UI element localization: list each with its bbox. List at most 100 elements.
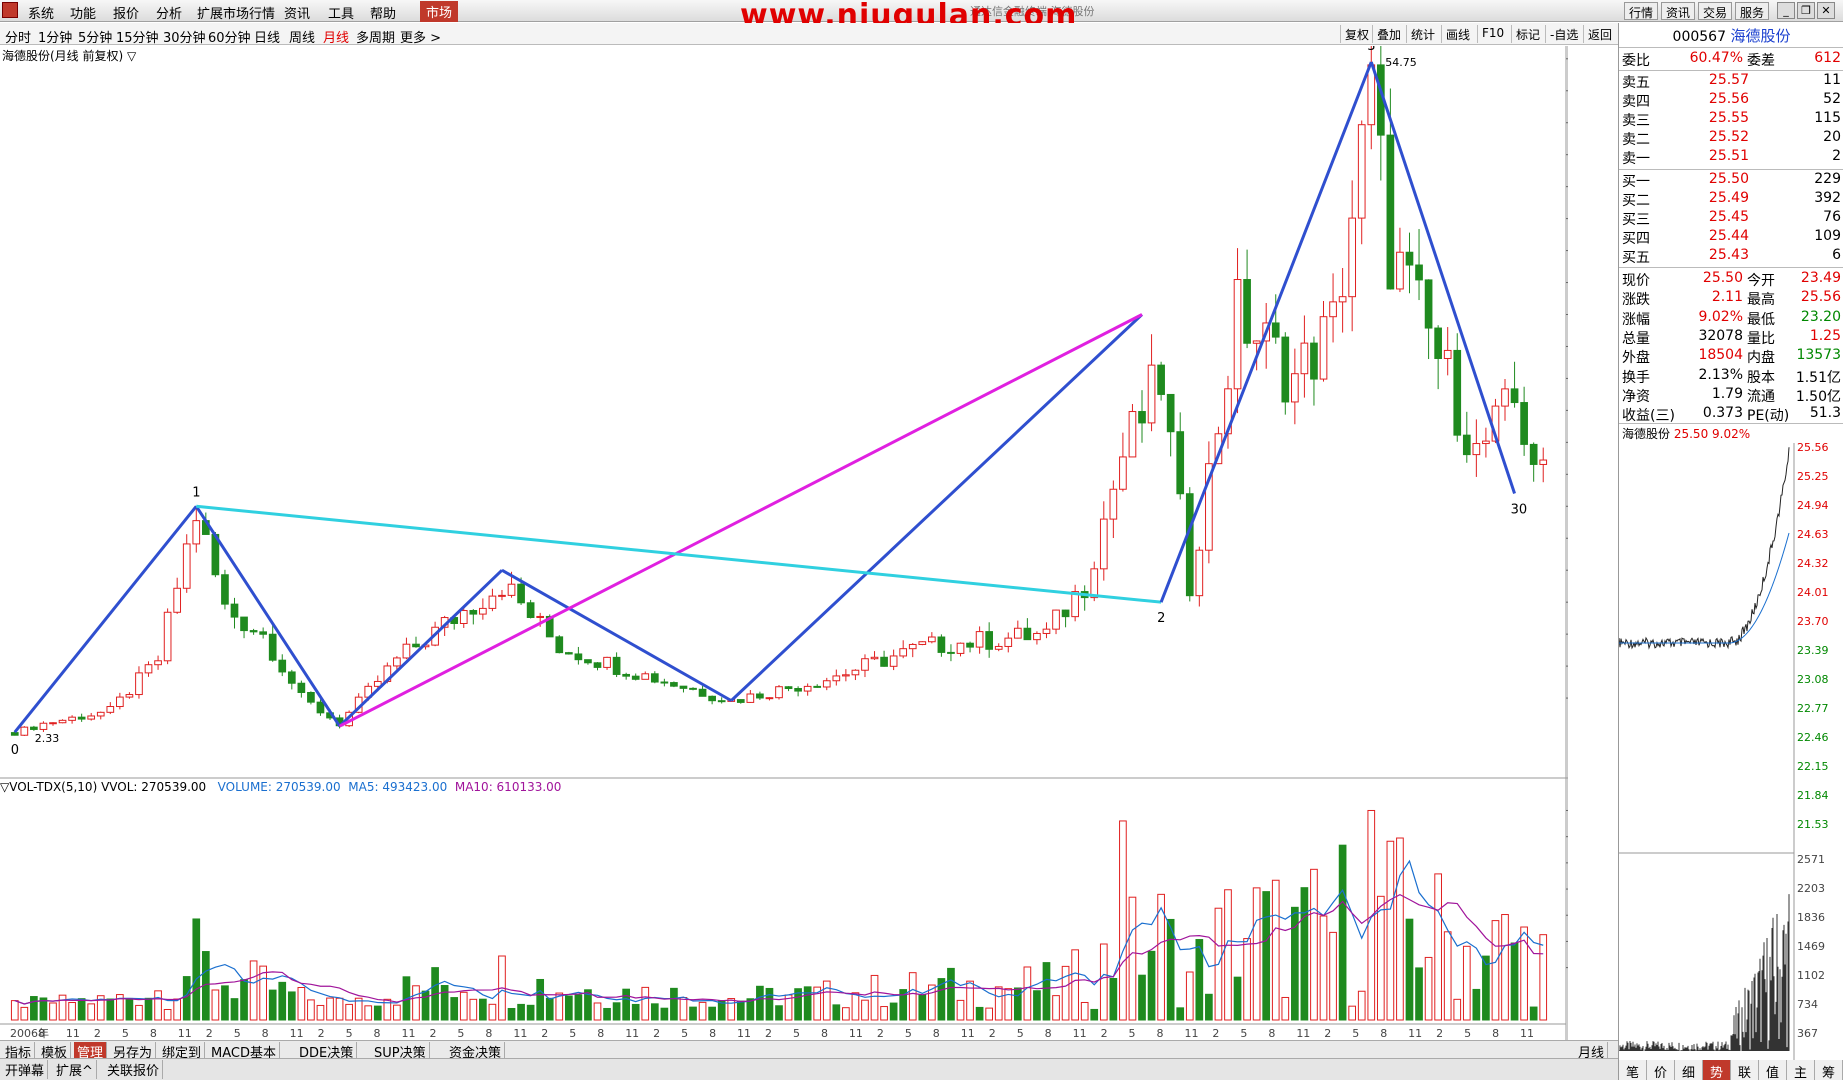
period-1min[interactable]: 1分钟 [38, 27, 72, 46]
menu-tools[interactable]: 工具 [328, 3, 354, 22]
volume-bar [1462, 945, 1471, 1021]
bottom-button[interactable]: 扩展^ [53, 1060, 97, 1079]
stat-value: 1.79 [1711, 385, 1743, 402]
bottom-button[interactable]: 开弹幕 [2, 1060, 49, 1079]
tool-mark[interactable]: 标记 [1511, 25, 1544, 43]
vol-indicator-name[interactable]: ▽VOL-TDX(5,10) [0, 780, 97, 794]
period-weekly[interactable]: 周线 [289, 27, 315, 46]
restore-icon[interactable]: ❐ [1797, 2, 1815, 19]
period-60min[interactable]: 60分钟 [208, 27, 251, 46]
candle-body [1147, 364, 1156, 424]
candle-body [794, 688, 802, 692]
right-tab[interactable]: 价 [1647, 1060, 1675, 1081]
menu-system[interactable]: 系统 [28, 3, 54, 22]
tool-back[interactable]: 返回 [1583, 25, 1616, 43]
candle-body [77, 716, 86, 720]
volume-bar [679, 997, 688, 1021]
tool-draw[interactable]: 画线 [1441, 25, 1474, 43]
bottom-button[interactable]: 关联报价 [104, 1060, 164, 1079]
volume-bar [144, 997, 153, 1021]
stat-value: 1.25 [1809, 327, 1841, 344]
volume-bar [163, 1009, 172, 1021]
bid-row[interactable]: 买二 25.49 392 [1619, 190, 1843, 209]
period-multi[interactable]: 多周期 [356, 27, 395, 46]
right-tab[interactable]: 值 [1759, 1060, 1787, 1081]
stat-label: 涨幅 [1622, 311, 1650, 328]
tool-stats[interactable]: 统计 [1406, 25, 1439, 43]
volume-bar [30, 996, 38, 1021]
ask-row[interactable]: 卖五 25.57 11 [1619, 72, 1843, 91]
candle-body [1052, 609, 1060, 630]
kline-chart[interactable]: 55.0052.5050.0047.5045.0042.5040.0037.50… [0, 46, 1568, 1080]
stat-value: 2.13% [1698, 366, 1743, 383]
tool-f10[interactable]: F10 [1477, 25, 1508, 43]
volume-bar [230, 998, 239, 1021]
bid-row[interactable]: 买五 25.43 6 [1619, 247, 1843, 266]
menu-market[interactable]: 市场 [420, 1, 459, 22]
right-tab[interactable]: 联 [1731, 1060, 1759, 1081]
period-more[interactable]: 更多 > [400, 27, 441, 46]
stat-label: 最低 [1747, 311, 1775, 328]
menu-function[interactable]: 功能 [70, 3, 96, 22]
ask-row[interactable]: 卖一 25.51 2 [1619, 148, 1843, 167]
top-quote-button[interactable]: 行情 [1624, 2, 1659, 20]
intraday-mini-chart[interactable]: 25.56 25.25 24.94 24.63 24.32 24.01 23.70 23.39… [1619, 443, 1843, 1060]
chart-title: 海德股份(月线 前复权) ▽ [2, 49, 137, 63]
bid-row[interactable]: 买一 25.50 229 [1619, 171, 1843, 190]
candle-body [488, 595, 497, 609]
mini-price-label: 22.46 [1797, 731, 1829, 744]
menu-analysis[interactable]: 分析 [156, 3, 182, 22]
menu-news[interactable]: 资讯 [284, 3, 310, 22]
right-tab[interactable]: 筹 [1815, 1060, 1843, 1081]
stat-label: 股本 [1747, 369, 1775, 386]
time-tick-label: 2 [1212, 1027, 1219, 1040]
menu-help[interactable]: 帮助 [370, 3, 396, 22]
period-15min[interactable]: 15分钟 [116, 27, 159, 46]
ask-label: 卖四 [1622, 94, 1650, 110]
top-news-button[interactable]: 资讯 [1661, 2, 1696, 20]
volume-bar [1128, 896, 1137, 1021]
candle-body [880, 656, 888, 667]
candle-body [249, 630, 258, 633]
mini-chart-header: 海德股份 25.50 9.02% [1622, 425, 1750, 442]
tool-watchlist[interactable]: -自选 [1545, 25, 1582, 43]
right-tab[interactable]: 势 [1703, 1060, 1731, 1081]
wave-label: 2 [1157, 611, 1165, 626]
time-tick-label: 8 [709, 1027, 716, 1040]
right-tab[interactable]: 主 [1787, 1060, 1815, 1081]
top-trade-button[interactable]: 交易 [1698, 2, 1733, 20]
bid-row[interactable]: 买四 25.44 109 [1619, 228, 1843, 247]
candle-body [221, 574, 229, 605]
right-tab[interactable]: 细 [1675, 1060, 1703, 1081]
volume-bar [1501, 914, 1509, 1021]
right-tab[interactable]: 笔 [1619, 1060, 1647, 1081]
period-tick[interactable]: 分时 [5, 27, 31, 46]
top-service-button[interactable]: 服务 [1735, 2, 1770, 20]
close-icon[interactable]: ✕ [1817, 2, 1835, 19]
period-30min[interactable]: 30分钟 [163, 27, 206, 46]
menu-extended-market[interactable]: 扩展市场行情 [197, 3, 275, 22]
volume-bar [77, 998, 86, 1021]
volume-bar [1147, 950, 1156, 1021]
period-monthly[interactable]: 月线 [323, 27, 349, 46]
stat-label: 流通 [1747, 388, 1775, 405]
menu-quote[interactable]: 报价 [113, 3, 139, 22]
ask-price: 25.55 [1708, 110, 1749, 126]
period-5min[interactable]: 5分钟 [78, 27, 112, 46]
ask-row[interactable]: 卖四 25.56 52 [1619, 91, 1843, 110]
tool-overlay[interactable]: 叠加 [1372, 25, 1405, 43]
ask-row[interactable]: 卖三 25.55 115 [1619, 110, 1843, 129]
volume-bar [297, 987, 306, 1021]
ask-row[interactable]: 卖二 25.52 20 [1619, 129, 1843, 148]
bid-row[interactable]: 买三 25.45 76 [1619, 209, 1843, 228]
volume-bar [1090, 1008, 1099, 1021]
period-daily[interactable]: 日线 [254, 27, 280, 46]
minimize-icon[interactable]: _ [1777, 2, 1795, 19]
candle-body [584, 659, 592, 664]
tool-adjust[interactable]: 复权 [1340, 25, 1373, 43]
candle-body [784, 686, 793, 690]
stat-label: 最高 [1747, 292, 1775, 309]
candle-body [1520, 402, 1528, 445]
mini-price-label: 21.84 [1797, 789, 1829, 802]
mini-price: 25.50 [1673, 427, 1709, 441]
